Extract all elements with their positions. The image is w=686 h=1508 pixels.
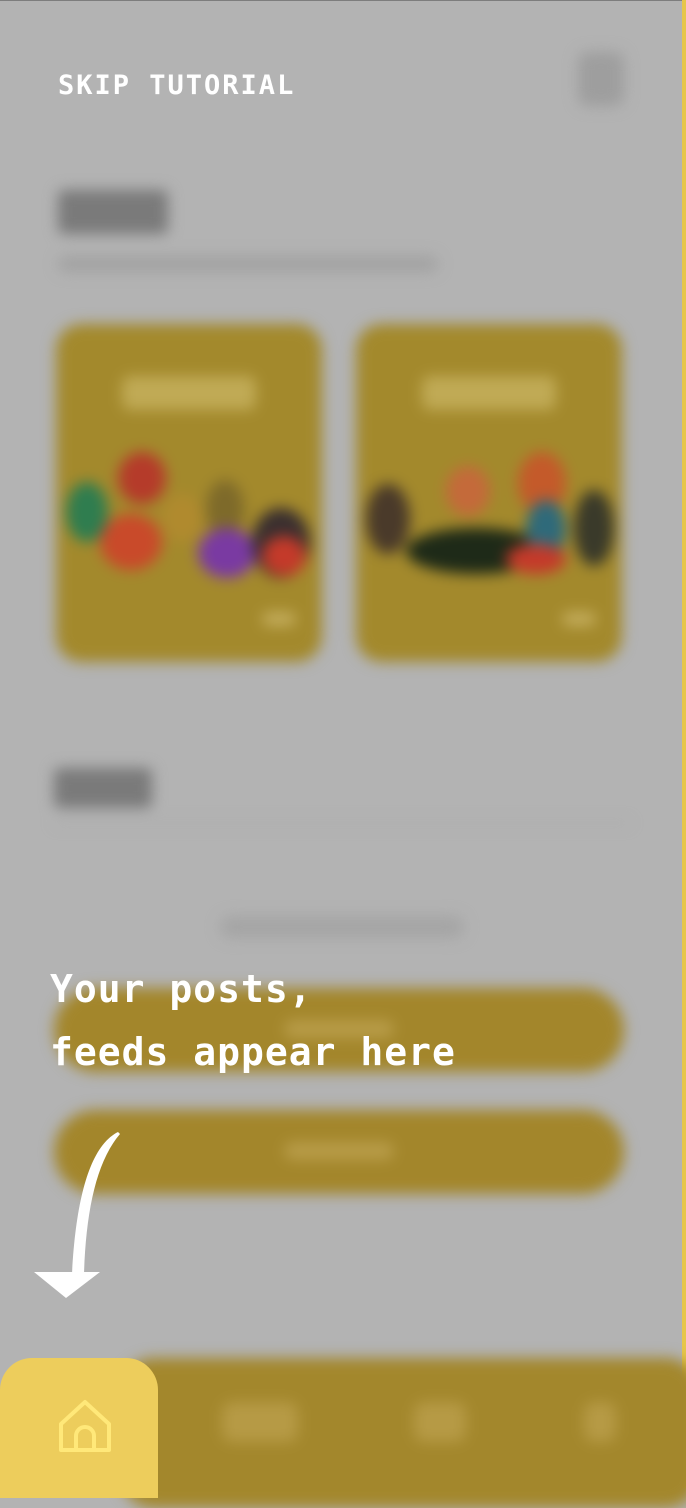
card-footer-indicator: [262, 612, 296, 626]
tutorial-hint-text: Your posts, feeds appear here: [50, 958, 456, 1084]
feed-divider: [54, 822, 630, 824]
people-illustration: [366, 452, 614, 582]
people-illustration: [66, 452, 312, 582]
feed-empty-message: [220, 916, 464, 938]
skip-tutorial-button[interactable]: SKIP TUTORIAL: [58, 70, 295, 101]
home-icon: [59, 1400, 111, 1452]
hint-line-1: Your posts,: [50, 967, 313, 1011]
curved-down-arrow-icon: [34, 1132, 120, 1298]
nav-item-ghost: [222, 1402, 298, 1442]
greeting-subtitle: [58, 256, 438, 272]
button-label-placeholder: [284, 1142, 394, 1160]
nav-item-ghost: [584, 1402, 616, 1442]
hint-line-2: feeds appear here: [50, 1030, 456, 1074]
nav-item-ghost: [414, 1402, 466, 1442]
feed-heading: [54, 768, 152, 808]
card-title: [122, 376, 256, 410]
feature-card-right: [356, 324, 622, 662]
card-footer-indicator: [562, 612, 596, 626]
feed-action-button-2: [54, 1110, 624, 1194]
menu-button: [578, 52, 624, 106]
feature-card-left: [56, 324, 322, 662]
greeting-heading: [58, 190, 168, 234]
home-tab[interactable]: [0, 1358, 158, 1498]
card-title: [422, 376, 556, 410]
